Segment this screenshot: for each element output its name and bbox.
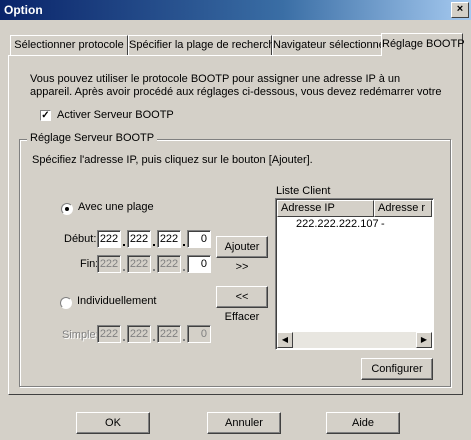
tab-label: Réglage BOOTP: [382, 38, 465, 50]
add-button[interactable]: Ajouter >>: [216, 236, 268, 273]
range-radio-label[interactable]: Avec une plage: [78, 201, 154, 213]
client-list-title: Liste Client: [276, 185, 331, 197]
start-ip-octet-1[interactable]: 222: [97, 230, 121, 248]
arrow-left-icon: ◀: [281, 335, 289, 344]
title-bar: Option ×: [0, 0, 471, 20]
close-button[interactable]: ×: [451, 2, 469, 18]
ip-separator: [153, 244, 155, 246]
tab-label: Sélectionner protocole: [14, 39, 124, 51]
ip-separator: [123, 339, 125, 341]
ip-separator: [153, 339, 155, 341]
ip-separator: [153, 269, 155, 271]
tab-bootp-settings[interactable]: Réglage BOOTP: [381, 33, 465, 56]
scroll-left-button[interactable]: ◀: [277, 332, 293, 348]
window-title: Option: [4, 3, 43, 17]
individual-radio[interactable]: [60, 297, 72, 309]
end-label: Fin:: [80, 258, 99, 270]
start-ip-octet-4[interactable]: 0: [187, 230, 211, 248]
scroll-right-button[interactable]: ▶: [416, 332, 432, 348]
help-button[interactable]: Aide: [326, 412, 400, 434]
tab-select-protocol[interactable]: Sélectionner protocole: [10, 35, 128, 55]
start-label: Début:: [64, 233, 97, 245]
close-icon: ×: [456, 3, 464, 15]
end-ip-octet-3: 222: [157, 255, 181, 273]
start-ip-octet-3[interactable]: 222: [157, 230, 181, 248]
ip-separator: [123, 269, 125, 271]
client-list[interactable]: Adresse IP Adresse r 222.222.222.107 - ◀…: [275, 198, 434, 350]
group-label: Réglage Serveur BOOTP: [27, 132, 158, 144]
cancel-button[interactable]: Annuler: [207, 412, 281, 434]
column-header-ip[interactable]: Adresse IP: [277, 200, 374, 217]
ip-separator: [183, 339, 185, 341]
configure-button[interactable]: Configurer: [361, 358, 433, 380]
check-icon: ✓: [41, 110, 50, 121]
simple-label: Simple:: [62, 329, 99, 341]
ip-separator: [123, 244, 125, 246]
tab-label: Navigateur sélectionné: [273, 39, 385, 51]
intro-text-line1: Vous pouvez utiliser le protocole BOOTP …: [30, 73, 401, 85]
simple-ip-octet-3: 222: [157, 325, 181, 343]
table-row[interactable]: 222.222.222.107 -: [277, 218, 432, 232]
ok-button[interactable]: OK: [76, 412, 150, 434]
intro-text-line2: appareil. Après avoir procédé aux réglag…: [30, 86, 442, 98]
start-ip-octet-2[interactable]: 222: [127, 230, 151, 248]
activate-bootp-label[interactable]: Activer Serveur BOOTP: [57, 109, 174, 121]
delete-button[interactable]: << Effacer: [216, 286, 268, 323]
radio-selected-dot: [65, 207, 69, 211]
end-ip-octet-1: 222: [97, 255, 121, 273]
instruction-text: Spécifiez l'adresse IP, puis cliquez sur…: [32, 154, 313, 166]
activate-bootp-checkbox[interactable]: ✓: [40, 110, 51, 121]
tab-selected-browser[interactable]: Navigateur sélectionné: [272, 35, 385, 55]
individual-radio-label[interactable]: Individuellement: [77, 295, 157, 307]
simple-ip-octet-2: 222: [127, 325, 151, 343]
row-ip: 222.222.222.107: [296, 218, 379, 230]
arrow-right-icon: ▶: [420, 335, 428, 344]
range-radio[interactable]: [61, 203, 73, 215]
tab-search-range[interactable]: Spécifier la plage de recherche: [128, 35, 281, 55]
ip-separator: [183, 269, 185, 271]
simple-ip-octet-1: 222: [97, 325, 121, 343]
tab-label: Spécifier la plage de recherche: [129, 39, 281, 51]
end-ip-octet-2: 222: [127, 255, 151, 273]
ip-separator: [183, 244, 185, 246]
horizontal-scrollbar[interactable]: ◀ ▶: [277, 332, 432, 348]
simple-ip-octet-4: 0: [187, 325, 211, 343]
column-header-mac[interactable]: Adresse r: [374, 200, 432, 217]
end-ip-octet-4[interactable]: 0: [187, 255, 211, 273]
row-mac: -: [381, 218, 385, 230]
